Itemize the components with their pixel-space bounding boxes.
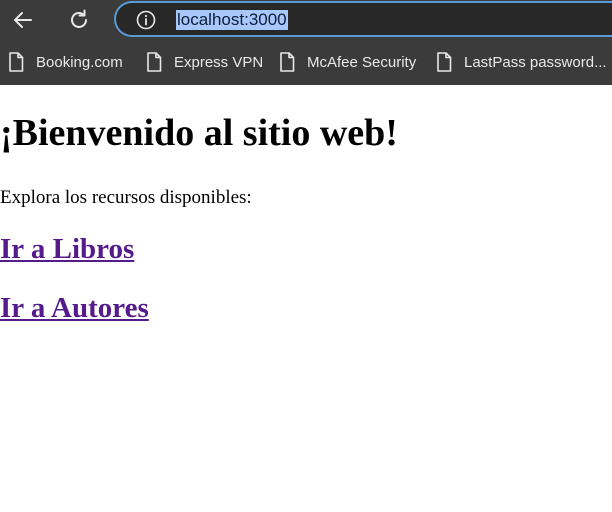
- bookmark-label: Express VPN: [174, 53, 264, 71]
- address-bar[interactable]: localhost:3000: [114, 1, 612, 37]
- link-libros[interactable]: Ir a Libros: [0, 233, 134, 266]
- info-icon[interactable]: [136, 10, 156, 30]
- bookmarks-bar: Booking.com Express VPN McAfee Security …: [0, 44, 612, 80]
- page-content: ¡Bienvenido al sitio web! Explora los re…: [0, 85, 612, 512]
- document-icon: [147, 52, 162, 72]
- reload-icon: [71, 9, 87, 28]
- document-icon: [280, 52, 295, 72]
- bookmark-mcafee[interactable]: McAfee Security: [279, 50, 416, 74]
- url-text[interactable]: localhost:3000: [176, 10, 288, 30]
- bookmark-booking[interactable]: Booking.com: [8, 50, 123, 74]
- document-icon: [9, 52, 24, 72]
- browser-toolbar: localhost:3000 Booking.com Express VPN M…: [0, 0, 612, 85]
- link-autores[interactable]: Ir a Autores: [0, 292, 149, 325]
- bookmark-label: Booking.com: [36, 53, 123, 71]
- bookmark-lastpass[interactable]: LastPass password...: [436, 50, 607, 74]
- back-button[interactable]: [8, 5, 38, 35]
- reload-button[interactable]: [64, 5, 94, 35]
- bookmark-express-vpn[interactable]: Express VPN: [146, 50, 263, 74]
- intro-text: Explora los recursos disponibles:: [0, 187, 252, 208]
- document-icon: [437, 52, 452, 72]
- bookmark-label: McAfee Security: [307, 53, 417, 71]
- bookmark-label: LastPass password...: [464, 53, 607, 71]
- arrow-left-icon: [14, 12, 32, 28]
- page-title: ¡Bienvenido al sitio web!: [0, 112, 398, 154]
- navigation-row: localhost:3000: [0, 0, 612, 40]
